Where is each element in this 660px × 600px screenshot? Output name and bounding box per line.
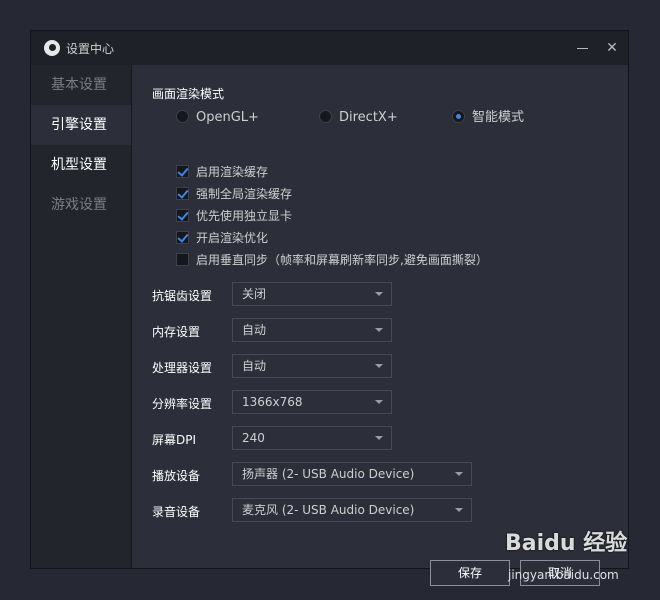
cpu-select[interactable]: 自动 [232,354,392,378]
checkbox-indicator [176,209,189,222]
settings-dialog: 设置中心 ✕ 基本设置 引擎设置 机型设置 游戏设置 画面渲染模式 OpenGL… [30,30,629,586]
window-title: 设置中心 [66,42,115,56]
select-value: 1366x768 [242,395,303,409]
checkbox-global-render-cache[interactable]: 强制全局渲染缓存 [176,185,292,203]
chevron-down-icon [375,328,383,332]
checkbox-vsync[interactable]: 启用垂直同步（帧率和屏幕刷新率同步,避免画面撕裂） [176,251,488,269]
checkbox-label: 优先使用独立显卡 [196,209,293,223]
sidebar-item-engine[interactable]: 引擎设置 [31,105,131,145]
app-logo-icon [44,40,60,56]
render-mode-options: OpenGL+ DirectX+ 智能模式 [132,108,628,128]
chevron-down-icon [455,472,463,476]
sidebar: 基本设置 引擎设置 机型设置 游戏设置 [31,65,132,568]
checkbox-indicator [176,187,189,200]
title-bar: 设置中心 ✕ [31,31,628,65]
playback-device-label: 播放设备 [152,469,201,483]
radio-indicator [452,110,465,123]
watermark-brand: Baidu 经验 [505,531,628,556]
radio-label: OpenGL+ [196,110,259,125]
select-value: 自动 [242,323,267,337]
chevron-down-icon [375,292,383,296]
radio-label: DirectX+ [339,110,398,125]
antialias-select[interactable]: 关闭 [232,282,392,306]
checkbox-label: 强制全局渲染缓存 [196,187,293,201]
watermark-url: jingyan.baidu.com [508,568,619,582]
engine-settings-panel: 画面渲染模式 OpenGL+ DirectX+ 智能模式 启用渲染缓存 强制全局… [132,65,628,586]
radio-opengl[interactable]: OpenGL+ [176,108,259,128]
checkbox-dedicated-gpu[interactable]: 优先使用独立显卡 [176,207,292,225]
checkbox-label: 启用渲染缓存 [196,165,269,179]
resolution-label: 分辨率设置 [152,397,213,411]
chevron-down-icon [375,436,383,440]
minimize-icon [576,47,588,49]
radio-indicator [319,110,332,123]
sidebar-item-game[interactable]: 游戏设置 [31,185,131,225]
checkbox-render-optimization[interactable]: 开启渲染优化 [176,229,268,247]
radio-directx[interactable]: DirectX+ [319,108,398,128]
checkbox-label: 开启渲染优化 [196,231,269,245]
dpi-label: 屏幕DPI [152,433,197,447]
select-value: 240 [242,431,265,445]
select-value: 扬声器 (2- USB Audio Device) [242,467,415,481]
antialias-label: 抗锯齿设置 [152,289,213,303]
checkbox-indicator [176,231,189,244]
memory-select[interactable]: 自动 [232,318,392,342]
select-value: 关闭 [242,287,267,301]
minimize-button[interactable] [571,37,593,59]
recording-device-select[interactable]: 麦克风 (2- USB Audio Device) [232,498,472,522]
radio-label: 智能模式 [472,110,525,125]
recording-device-label: 录音设备 [152,505,201,519]
checkbox-render-cache[interactable]: 启用渲染缓存 [176,163,268,181]
select-value: 自动 [242,359,267,373]
memory-label: 内存设置 [152,325,201,339]
chevron-down-icon [455,508,463,512]
close-icon: ✕ [606,40,618,56]
chevron-down-icon [375,400,383,404]
playback-device-select[interactable]: 扬声器 (2- USB Audio Device) [232,462,472,486]
dpi-select[interactable]: 240 [232,426,392,450]
checkbox-label: 启用垂直同步（帧率和屏幕刷新率同步,避免画面撕裂） [196,253,488,267]
radio-indicator [176,110,189,123]
checkbox-indicator [176,253,189,266]
sidebar-item-device-model[interactable]: 机型设置 [31,145,131,185]
radio-smart-mode[interactable]: 智能模式 [452,108,524,128]
cpu-label: 处理器设置 [152,361,213,375]
render-mode-title: 画面渲染模式 [152,87,225,101]
close-button[interactable]: ✕ [601,37,623,59]
chevron-down-icon [375,364,383,368]
select-value: 麦克风 (2- USB Audio Device) [242,503,415,517]
resolution-select[interactable]: 1366x768 [232,390,392,414]
checkbox-indicator [176,165,189,178]
sidebar-item-basic[interactable]: 基本设置 [31,65,131,105]
save-button[interactable]: 保存 [430,560,510,586]
